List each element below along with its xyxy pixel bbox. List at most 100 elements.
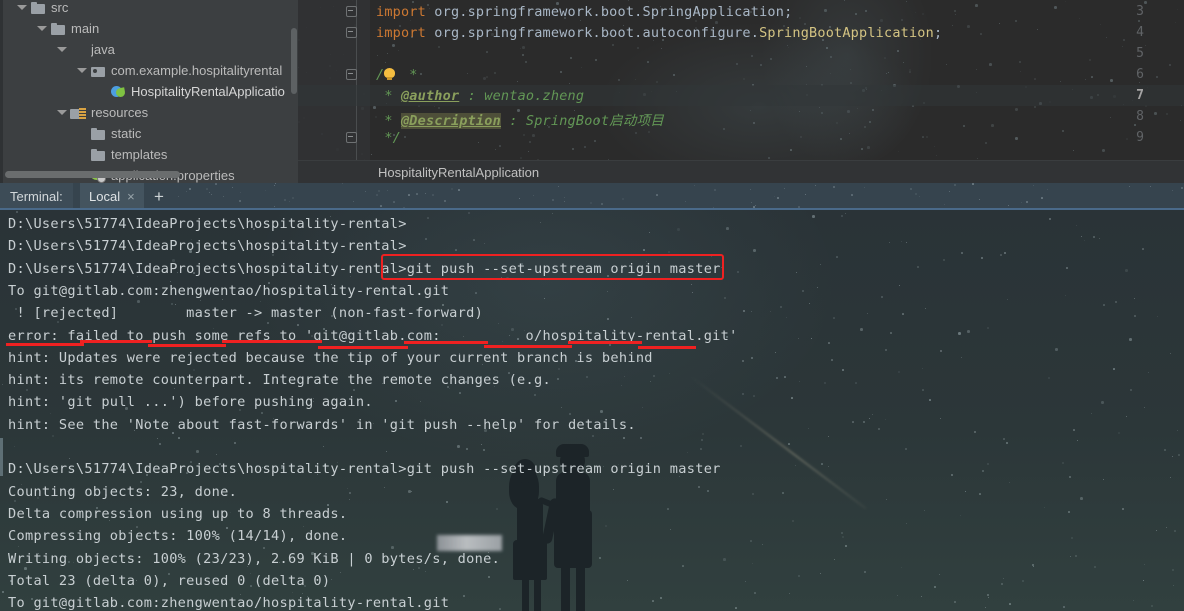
- line-number: 8: [1136, 109, 1144, 124]
- terminal-tab-label: Local: [89, 189, 121, 204]
- terminal-line: hint: See the 'Note about fast-forwards'…: [8, 416, 636, 433]
- tree-item-label: resources: [91, 105, 149, 120]
- terminal-line: hint: its remote counterpart. Integrate …: [8, 372, 551, 389]
- tree-item-label: HospitalityRentalApplicatio: [131, 84, 285, 99]
- code-token: ;: [784, 4, 793, 20]
- package-icon: [90, 63, 106, 79]
- line-number: 4: [1136, 25, 1144, 40]
- terminal-tab-local[interactable]: Local ×: [80, 183, 144, 210]
- code-fold-toggle-icon[interactable]: [345, 5, 357, 17]
- breadcrumb-label: HospitalityRentalApplication: [378, 164, 540, 180]
- tree-item-hospitalityrentalapplicatio[interactable]: HospitalityRentalApplicatio: [0, 81, 298, 102]
- code-token: org.springframework.boot.autoconfigure.: [434, 25, 760, 41]
- folder-icon: [90, 147, 106, 163]
- tree-item-label: main: [71, 21, 100, 36]
- terminal-line: hint: Updates were rejected because the …: [8, 349, 653, 366]
- code-token: ;: [933, 25, 943, 41]
- code-token: *: [376, 113, 401, 129]
- chevron-down-icon[interactable]: [56, 44, 67, 55]
- silhouette-girl-skirt: [513, 540, 547, 580]
- tree-item-resources[interactable]: resources: [0, 102, 298, 123]
- terminal-line: Counting objects: 23, done.: [8, 483, 238, 500]
- code-line: * @Description : SpringBoot启动项目: [376, 109, 664, 129]
- code-token: import: [376, 25, 435, 41]
- terminal-line: ! [rejected] master -> master (non-fast-…: [8, 305, 484, 322]
- close-icon[interactable]: ×: [127, 190, 135, 203]
- chevron-down-icon[interactable]: [36, 23, 47, 34]
- terminal-line: hint: 'git pull ...') before pushing aga…: [8, 394, 373, 411]
- code-line: import org.springframework.boot.SpringAp…: [376, 4, 792, 20]
- tree-item-main[interactable]: main: [0, 18, 298, 39]
- line-number: 7: [1136, 88, 1144, 103]
- line-number: 6: [1136, 67, 1144, 82]
- annotation-underline-5: [318, 346, 408, 349]
- folder-icon: [90, 126, 106, 142]
- code-token: org.springframework.boot.SpringApplicati…: [434, 4, 785, 20]
- chevron-down-icon[interactable]: [76, 65, 87, 76]
- ide-window: src main java com.example.hospitalityrental…: [0, 0, 1184, 611]
- chevron-down-icon[interactable]: [56, 107, 67, 118]
- silhouette-boy-leg-left: [561, 562, 570, 611]
- code-fold-toggle-icon[interactable]: [345, 131, 357, 143]
- annotation-underline-1: [6, 343, 84, 346]
- spring-class-icon: [110, 84, 126, 100]
- project-tree-panel[interactable]: src main java com.example.hospitalityrental…: [0, 0, 298, 183]
- code-editor[interactable]: 3 import org.springframework.boot.SpringA…: [298, 0, 1184, 183]
- terminal-scrollbar[interactable]: [0, 438, 3, 476]
- tree-item-label: src: [51, 0, 69, 15]
- folder-icon: [30, 0, 46, 16]
- code-token: */: [376, 130, 401, 146]
- terminal-title-label: Terminal:: [10, 189, 63, 204]
- add-terminal-tab-button[interactable]: +: [148, 183, 170, 210]
- annotation-underline-2: [80, 340, 152, 343]
- code-fold-toggle-icon[interactable]: [345, 26, 357, 38]
- terminal-line: D:\Users\51774\IdeaProjects\hospitality-…: [8, 216, 407, 232]
- editor-breadcrumb[interactable]: HospitalityRentalApplication: [298, 160, 1184, 183]
- code-line: */: [376, 130, 401, 146]
- tree-item-java[interactable]: java: [0, 39, 298, 60]
- tree-item-com-example-hospitalityrental[interactable]: com.example.hospitalityrental: [0, 60, 298, 81]
- chevron-down-icon[interactable]: [16, 2, 27, 13]
- annotation-underline-9: [638, 346, 696, 349]
- terminal-line: D:\Users\51774\IdeaProjects\hospitality-…: [8, 238, 407, 255]
- silhouette-girl-leg-left: [522, 576, 529, 611]
- tree-horizontal-scrollbar[interactable]: [5, 171, 180, 178]
- code-token: SpringBootApplication: [759, 25, 934, 41]
- annotation-underline-3: [148, 344, 226, 347]
- tree-item-static[interactable]: static: [0, 123, 298, 144]
- code-token: *: [376, 88, 401, 104]
- silhouette-boy-coat: [554, 510, 592, 568]
- tree-item-label: templates: [111, 147, 168, 162]
- annotation-underline-7: [484, 345, 572, 348]
- annotation-underline-8: [568, 341, 642, 344]
- annotation-command-highlight-box: [381, 254, 724, 280]
- code-line: * @author : wentao.zheng: [376, 88, 584, 104]
- redacted-username-block: [437, 535, 502, 551]
- silhouette-girl-leg-right: [534, 576, 541, 611]
- line-number: 3: [1136, 4, 1144, 19]
- code-token: @Description: [400, 113, 501, 129]
- code-token: import: [376, 4, 435, 20]
- terminal-line: Total 23 (delta 0), reused 0 (delta 0): [8, 572, 331, 589]
- code-token: : wentao.zheng: [459, 88, 585, 104]
- terminal-line: To git@gitlab.com:zhengwentao/hospitalit…: [8, 595, 450, 611]
- line-number: 9: [1136, 130, 1144, 145]
- code-fold-toggle-icon[interactable]: [345, 68, 357, 80]
- tree-item-src[interactable]: src: [0, 0, 298, 18]
- lightbulb-intention-icon[interactable]: [384, 68, 395, 81]
- code-line: import org.springframework.boot.autoconf…: [376, 25, 942, 41]
- terminal-line: Compressing objects: 100% (14/14), done.: [8, 528, 348, 545]
- editor-gutter: [298, 0, 370, 160]
- terminal-tab-bar: Terminal: Local × +: [0, 183, 1184, 210]
- terminal-panel-title: Terminal:: [0, 183, 73, 210]
- tree-vertical-scrollbar[interactable]: [291, 28, 297, 94]
- code-token: : SpringBoot启动项目: [500, 113, 664, 129]
- tab-bar-background-stars: [0, 183, 1184, 210]
- tree-item-templates[interactable]: templates: [0, 144, 298, 165]
- source-root-folder-icon: [70, 42, 86, 58]
- code-line: / *: [376, 67, 418, 83]
- tree-item-label: java: [91, 42, 115, 57]
- terminal-line: Writing objects: 100% (23/23), 2.69 KiB …: [8, 550, 501, 567]
